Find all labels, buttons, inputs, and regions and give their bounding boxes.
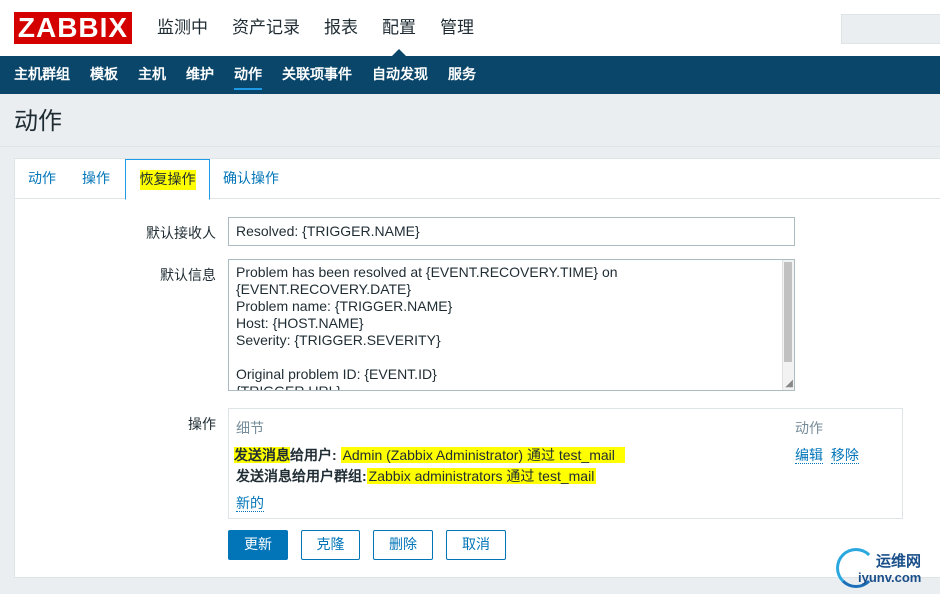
main-menu-reports[interactable]: 报表	[312, 0, 370, 56]
tab-operations-label: 操作	[82, 171, 110, 187]
recipient-label: 默认接收人	[146, 226, 216, 242]
tab-bar: 动作 操作 恢复操作 确认操作	[15, 159, 940, 200]
global-search-input[interactable]	[841, 14, 940, 44]
sub-menu-correlation[interactable]: 关联项事件	[272, 56, 362, 94]
sub-menu-discovery[interactable]: 自动发现	[362, 56, 438, 94]
message-line: Problem has been resolved at {EVENT.RECO…	[236, 264, 618, 280]
message-label: 默认信息	[160, 268, 216, 284]
zabbix-logo[interactable]: ZABBIX	[14, 12, 132, 44]
message-line: {TRIGGER.URL}	[236, 383, 342, 391]
default-message-textarea[interactable]: Problem has been resolved at {EVENT.RECO…	[228, 259, 795, 391]
message-line: Problem name: {TRIGGER.NAME}	[236, 298, 453, 314]
tab-acknowledge-operations-label: 确认操作	[223, 171, 279, 187]
message-line	[236, 349, 787, 366]
sub-menu-hosts[interactable]: 主机	[128, 56, 176, 94]
resize-grip-icon[interactable]: ◢	[785, 379, 793, 389]
textarea-scrollbar[interactable]	[782, 260, 794, 390]
watermark-url: iyunv.com	[858, 570, 922, 585]
message-line: Original problem ID: {EVENT.ID}	[236, 366, 437, 382]
ops-col-details: 细节	[236, 421, 264, 437]
ops-col-action: 动作	[795, 421, 823, 437]
operation-row-user-actions: 编辑 移除	[795, 445, 859, 465]
op2-prefix: 发送消息给用户群组:	[236, 468, 367, 484]
sub-menu-services[interactable]: 服务	[438, 56, 486, 94]
main-menu-monitoring[interactable]: 监测中	[145, 0, 220, 56]
message-line: Severity: {TRIGGER.SEVERITY}	[236, 332, 441, 348]
operation-row-user: 发送消息给用户: Admin (Zabbix Administrator) 通过…	[234, 445, 625, 465]
tab-action-label: 动作	[28, 171, 56, 187]
page-title: 动作	[14, 107, 62, 135]
sub-menu-templates[interactable]: 模板	[80, 56, 128, 94]
default-subject-input[interactable]: Resolved: {TRIGGER.NAME}	[228, 217, 795, 246]
new-operation-link[interactable]: 新的	[236, 495, 264, 512]
sub-menu: 主机群组 模板 主机 维护 动作 关联项事件 自动发现 服务	[0, 56, 940, 94]
message-line: Host: {HOST.NAME}	[236, 315, 364, 331]
watermark-cn: 运维网	[876, 552, 922, 570]
update-button[interactable]: 更新	[228, 530, 288, 560]
sub-menu-maintenance[interactable]: 维护	[176, 56, 224, 94]
tab-recovery-operations-label: 恢复操作	[139, 170, 196, 190]
main-menu-configuration[interactable]: 配置	[370, 0, 428, 56]
tab-operations[interactable]: 操作	[82, 159, 110, 199]
remove-link[interactable]: 移除	[830, 447, 859, 464]
tab-acknowledge-operations[interactable]: 确认操作	[223, 159, 279, 199]
top-header: ZABBIX 监测中 资产记录 报表 配置 管理	[0, 0, 940, 56]
op1-value: Admin (Zabbix Administrator) 通过 test_mai…	[340, 447, 617, 463]
op1-suffix: 给用户:	[290, 447, 337, 463]
message-line: {EVENT.RECOVERY.DATE}	[236, 281, 412, 297]
operation-row-group: 发送消息给用户群组: Zabbix administrators 通过 test_…	[236, 466, 597, 486]
op2-value: Zabbix administrators 通过 test_mail	[366, 468, 597, 484]
watermark: 运维网 iyunv.com	[836, 546, 936, 590]
operations-label: 操作	[188, 417, 216, 433]
clone-button[interactable]: 克隆	[301, 530, 360, 560]
main-menu-administration[interactable]: 管理	[428, 0, 486, 56]
sub-menu-host-groups[interactable]: 主机群组	[4, 56, 80, 94]
main-menu-inventory[interactable]: 资产记录	[220, 0, 312, 56]
operation-new-row: 新的	[236, 493, 264, 513]
delete-button[interactable]: 删除	[373, 530, 433, 560]
main-menu: 监测中 资产记录 报表 配置 管理	[145, 0, 486, 56]
tab-action[interactable]: 动作	[28, 159, 56, 199]
scrollbar-thumb[interactable]	[784, 262, 792, 362]
op1-prefix: 发送消息	[234, 447, 290, 463]
cancel-button[interactable]: 取消	[446, 530, 506, 560]
tab-recovery-operations[interactable]: 恢复操作	[125, 159, 210, 200]
edit-link[interactable]: 编辑	[795, 447, 823, 464]
sub-menu-actions[interactable]: 动作	[224, 56, 272, 94]
title-divider	[0, 146, 940, 147]
